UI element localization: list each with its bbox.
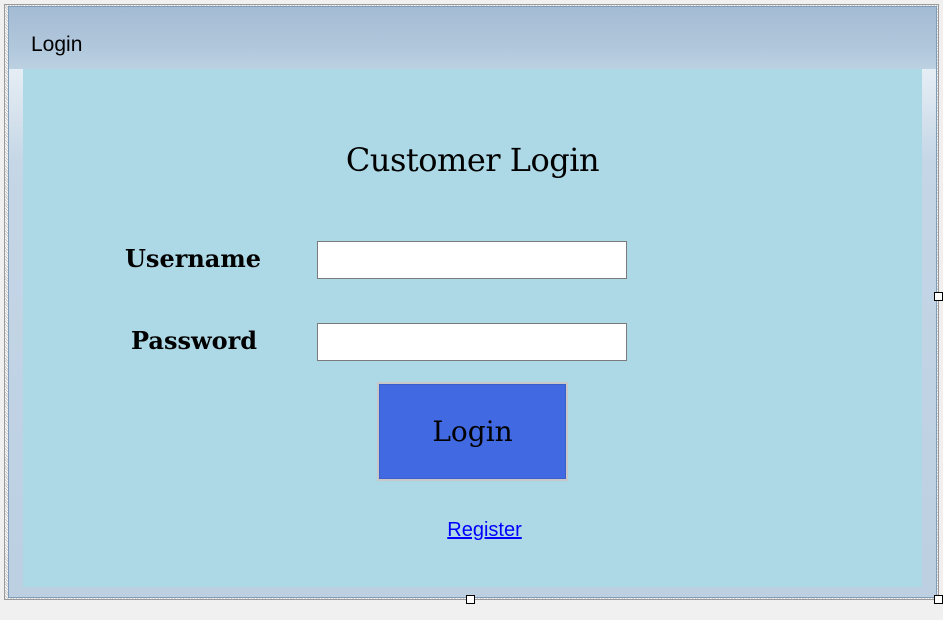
register-link-row: Register xyxy=(23,519,922,542)
login-form-window: Login Customer Login Username Password L… xyxy=(8,6,937,598)
password-label: Password xyxy=(131,326,258,355)
password-input[interactable] xyxy=(317,323,627,361)
username-input[interactable] xyxy=(317,241,627,279)
designer-surface: Login Customer Login Username Password L… xyxy=(0,0,943,620)
register-link[interactable]: Register xyxy=(423,519,521,541)
resize-handle-bottom[interactable] xyxy=(466,595,475,604)
form-client-area: Customer Login Username Password Login R… xyxy=(23,69,922,587)
left-window-frame xyxy=(9,69,23,587)
right-window-frame xyxy=(922,69,936,587)
window-title: Login xyxy=(31,33,83,56)
login-button-label: Login xyxy=(379,384,566,479)
resize-handle-corner[interactable] xyxy=(934,595,943,604)
title-bar[interactable]: Login xyxy=(9,7,936,69)
page-title: Customer Login xyxy=(345,141,600,179)
username-label: Username xyxy=(125,244,262,273)
login-button[interactable]: Login xyxy=(377,382,568,481)
resize-handle-right[interactable] xyxy=(934,292,943,301)
